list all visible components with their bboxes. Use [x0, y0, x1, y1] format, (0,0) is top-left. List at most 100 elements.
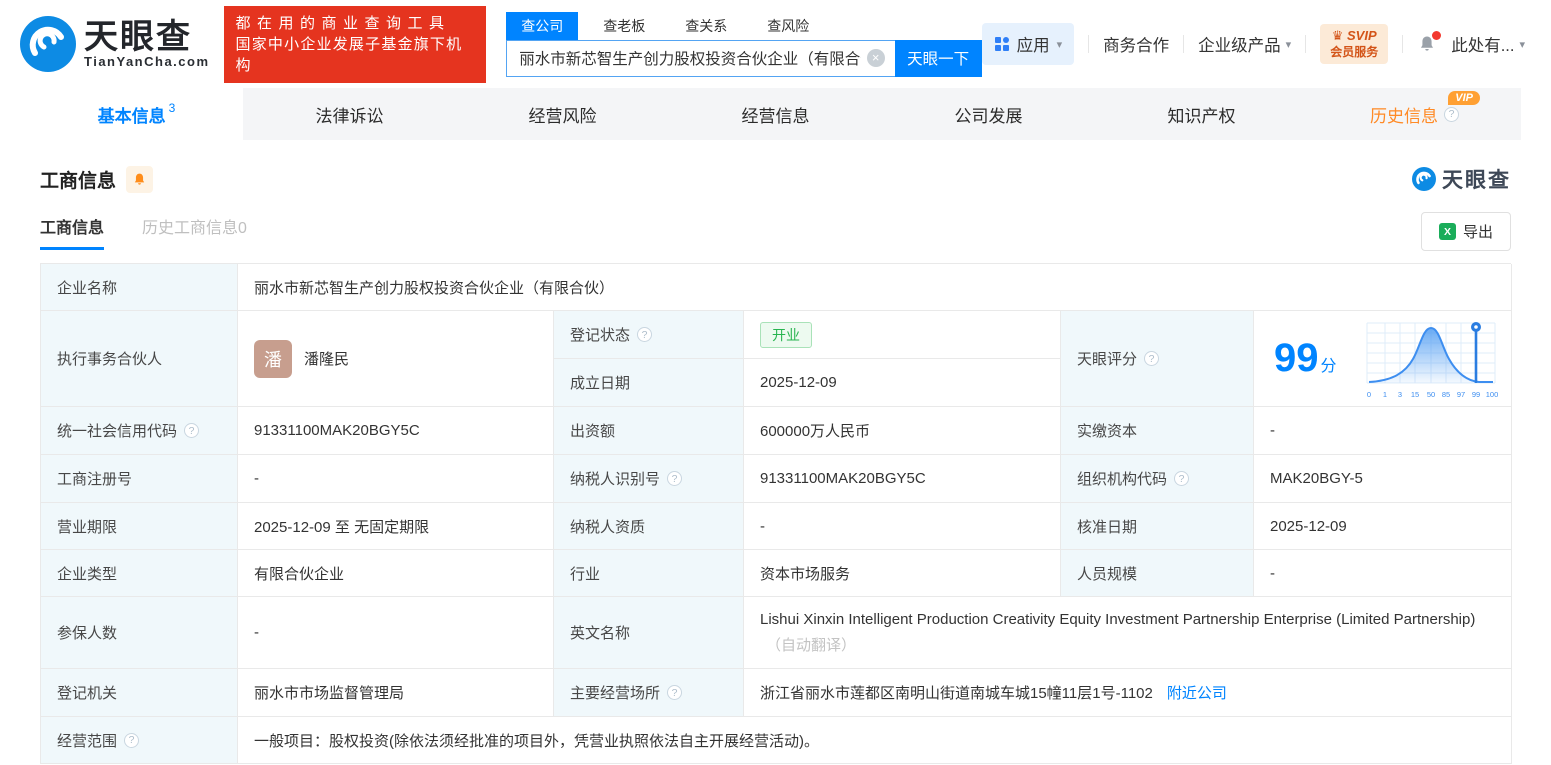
svip-label: SVIP	[1347, 28, 1377, 43]
search-tab-risk[interactable]: 查风险	[752, 12, 824, 40]
brand-domain: TianYanCha.com	[84, 53, 210, 69]
field-value-business-scope: 一般项目：股权投资(除依法须经批准的项目外，凭营业执照依法自主开展经营活动)。	[238, 717, 1512, 764]
subtab-current-business-info[interactable]: 工商信息	[40, 214, 105, 250]
field-label-taxpayer-id: 纳税人识别号?	[554, 455, 744, 503]
nav-enterprise-products[interactable]: 企业级产品 ▾	[1198, 32, 1291, 56]
partner-name[interactable]: 潘隆民	[304, 348, 349, 369]
field-value-capital: 600000万人民币	[744, 407, 1061, 455]
export-button[interactable]: X 导出	[1420, 212, 1511, 251]
field-label-english-name: 英文名称	[554, 597, 744, 669]
field-value-reg-status: 开业	[744, 311, 1061, 359]
tab-basic-info-label: 基本信息	[97, 106, 166, 126]
search-tab-boss[interactable]: 查老板	[588, 12, 660, 40]
notification-bell-icon[interactable]	[1417, 31, 1442, 54]
field-label-reg-authority: 登记机关	[41, 669, 238, 717]
help-icon[interactable]: ?	[1444, 106, 1459, 122]
help-icon[interactable]: ?	[667, 685, 683, 700]
watermark-text: 天眼查	[1442, 169, 1511, 192]
score-distribution-chart: 0 1 3 15 50 85 97 99 100	[1366, 321, 1499, 399]
field-value-establish-date: 2025-12-09	[744, 359, 1061, 407]
svg-text:97: 97	[1457, 390, 1465, 399]
field-value-company-type: 有限合伙企业	[238, 550, 554, 597]
tab-history-label: 历史信息	[1370, 106, 1438, 126]
field-label-industry: 行业	[554, 550, 744, 597]
tab-history-info[interactable]: VIP 历史信息 ?	[1308, 88, 1521, 140]
field-value-business-address: 浙江省丽水市莲都区南明山街道南城车城15幢11层1号-1102 附近公司	[744, 669, 1512, 717]
subtab-history-business-info[interactable]: 历史工商信息0	[142, 214, 247, 250]
field-label-capital: 出资额	[554, 407, 744, 455]
tab-company-development-label: 公司发展	[954, 106, 1023, 126]
tianyancha-logo[interactable]: 天眼查 TianYanCha.com	[20, 16, 210, 72]
nav-business-cooperation[interactable]: 商务合作	[1103, 32, 1169, 56]
field-value-credit-code: 91331100MAK20BGY5C	[238, 407, 554, 455]
header-nav: 应用 ▾ 商务合作 企业级产品 ▾ ♛ SVIP 会员服务 此处有... ▾	[981, 23, 1525, 65]
svg-text:1: 1	[1383, 390, 1387, 399]
help-icon[interactable]: ?	[637, 327, 653, 342]
field-value-org-code: MAK20BGY-5	[1254, 455, 1512, 503]
field-value-managing-partner: 潘 潘隆民	[238, 311, 554, 407]
help-icon[interactable]: ?	[124, 732, 140, 748]
svg-text:15: 15	[1411, 390, 1419, 399]
divider	[1402, 35, 1404, 53]
apps-button[interactable]: 应用 ▾	[981, 23, 1075, 65]
slogan-line1: 都在用的商业查询工具	[235, 14, 451, 32]
field-label-reg-status: 登记状态?	[554, 311, 744, 359]
business-info-table: 企业名称 丽水市新芯智生产创力股权投资合伙企业（有限合伙） 执行事务合伙人 潘 …	[40, 263, 1512, 764]
tab-legal-proceedings[interactable]: 法律诉讼	[243, 88, 456, 140]
field-label-credit-code: 统一社会信用代码?	[41, 407, 238, 455]
search-button[interactable]: 天眼一下	[894, 39, 982, 77]
partner-avatar[interactable]: 潘	[254, 339, 292, 378]
divider	[1088, 35, 1090, 53]
tab-business-info[interactable]: 经营信息	[669, 88, 882, 140]
notification-dot	[1432, 31, 1442, 40]
score-value: 99	[1274, 336, 1319, 380]
help-icon[interactable]: ?	[667, 471, 683, 486]
company-nav-tabs: 基本信息 3 法律诉讼 经营风险 经营信息 公司发展 知识产权 VIP 历史信息 …	[30, 88, 1521, 140]
field-value-company-name: 丽水市新芯智生产创力股权投资合伙企业（有限合伙）	[238, 264, 1512, 311]
tab-business-risk-label: 经营风险	[528, 106, 597, 126]
export-label: 导出	[1462, 224, 1493, 241]
search-tab-company[interactable]: 查公司	[506, 11, 579, 40]
nav-enterprise-products-label: 企业级产品	[1198, 37, 1281, 55]
clear-input-icon[interactable]: ×	[866, 48, 885, 67]
field-value-staff-size: -	[1254, 550, 1512, 597]
tab-business-info-label: 经营信息	[741, 106, 810, 126]
field-value-taxpayer-id: 91331100MAK20BGY5C	[744, 455, 1061, 503]
field-value-tianyan-score[interactable]: 99 分 0 1 3 15 50 85 97 99 100	[1254, 311, 1512, 407]
user-menu[interactable]: 此处有... ▾	[1451, 32, 1525, 56]
field-value-reg-number: -	[238, 455, 554, 503]
section-title: 工商信息	[40, 170, 117, 192]
help-icon[interactable]: ?	[184, 423, 200, 438]
field-value-insured-count: -	[238, 597, 554, 669]
status-badge: 开业	[760, 321, 812, 348]
field-label-business-term: 营业期限	[41, 503, 238, 550]
tab-company-development[interactable]: 公司发展	[882, 88, 1095, 140]
svg-text:50: 50	[1427, 390, 1435, 399]
monitor-bell-button[interactable]	[126, 165, 154, 193]
auto-translate-note: （自动翻译）	[766, 636, 857, 654]
search-tab-relation[interactable]: 查关系	[670, 12, 742, 40]
divider	[1183, 35, 1185, 53]
tab-basic-info-count: 3	[168, 101, 176, 115]
field-label-managing-partner: 执行事务合伙人	[41, 311, 238, 407]
chevron-down-icon: ▾	[1519, 38, 1525, 51]
tab-basic-info[interactable]: 基本信息 3	[30, 88, 243, 140]
tab-intellectual-property[interactable]: 知识产权	[1095, 88, 1308, 140]
svip-member-badge[interactable]: ♛ SVIP 会员服务	[1320, 24, 1389, 64]
chevron-down-icon: ▾	[1056, 38, 1063, 51]
help-icon[interactable]: ?	[1174, 471, 1190, 486]
tab-business-risk[interactable]: 经营风险	[456, 88, 669, 140]
field-label-business-scope: 经营范围?	[41, 717, 238, 764]
help-icon[interactable]: ?	[1144, 351, 1160, 366]
field-label-establish-date: 成立日期	[554, 359, 744, 407]
slogan-line2: 国家中小企业发展子基金旗下机构	[235, 35, 463, 74]
slogan-banner: 都在用的商业查询工具 国家中小企业发展子基金旗下机构	[223, 5, 487, 83]
chevron-down-icon: ▾	[1285, 38, 1292, 51]
search-input[interactable]	[506, 39, 895, 77]
svg-text:100: 100	[1486, 390, 1499, 399]
field-label-approval-date: 核准日期	[1061, 503, 1254, 550]
tab-ip-label: 知识产权	[1167, 106, 1236, 126]
field-label-reg-number: 工商注册号	[41, 455, 238, 503]
nearby-companies-link[interactable]: 附近公司	[1167, 682, 1227, 703]
nav-business-cooperation-label: 商务合作	[1103, 37, 1170, 55]
